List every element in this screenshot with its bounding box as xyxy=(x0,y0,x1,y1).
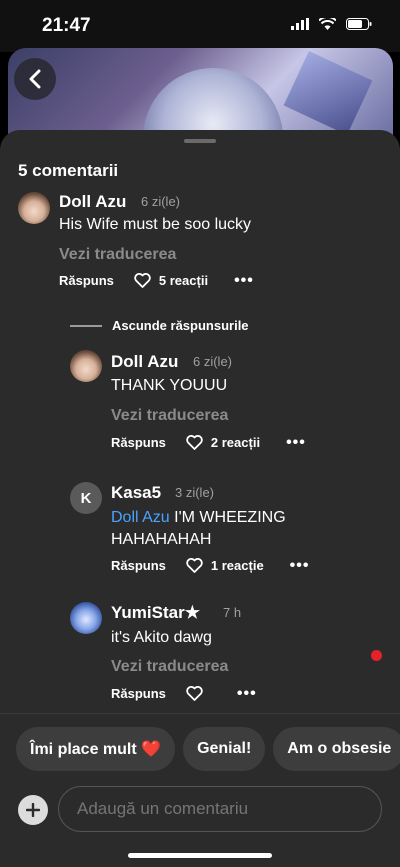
heart-icon[interactable] xyxy=(186,435,203,450)
heart-icon[interactable] xyxy=(186,558,203,573)
see-translation-link[interactable]: Vezi traducerea xyxy=(111,407,228,425)
comment-author[interactable]: YumiStar★ xyxy=(111,603,200,623)
comment-text: Doll Azu I'M WHEEZING HAHAHAHAH xyxy=(111,509,286,548)
avatar-letter: K xyxy=(80,489,92,507)
comment-actions: Răspuns ••• xyxy=(111,685,257,701)
chip-great[interactable]: Genial! xyxy=(183,727,266,771)
chip-obsessed[interactable]: Am o obsesie xyxy=(273,727,400,771)
more-options-icon[interactable]: ••• xyxy=(286,434,306,450)
composer-divider xyxy=(0,713,400,714)
reaction-count[interactable]: 5 reacții xyxy=(159,273,208,288)
heart-icon[interactable] xyxy=(134,273,151,288)
quick-reply-chips: Îmi place mult ❤️ Genial! Am o obsesie xyxy=(16,727,400,771)
heart-icon[interactable] xyxy=(186,686,203,701)
reply-button[interactable]: Răspuns xyxy=(111,435,166,450)
hide-replies-button[interactable]: Ascunde răspunsurile xyxy=(70,318,249,333)
comment-time: 6 zi(le) xyxy=(193,354,233,369)
comment-text: it's Akito dawg xyxy=(111,629,212,646)
home-indicator xyxy=(128,853,272,858)
comment-input[interactable] xyxy=(58,786,382,832)
reaction-count[interactable]: 2 reacții xyxy=(211,435,260,450)
signal-icon xyxy=(291,18,309,30)
notification-dot xyxy=(371,650,382,661)
comment-actions: Răspuns 5 reacții ••• xyxy=(59,272,254,288)
battery-icon xyxy=(346,18,372,30)
status-icons xyxy=(291,18,372,30)
status-bar: 21:47 xyxy=(0,0,400,52)
more-options-icon[interactable]: ••• xyxy=(290,557,310,573)
sheet-grabber[interactable] xyxy=(184,139,216,143)
avatar[interactable] xyxy=(70,602,102,634)
status-time: 21:47 xyxy=(42,15,91,36)
avatar[interactable] xyxy=(70,350,102,382)
comments-count-title: 5 comentarii xyxy=(18,161,119,180)
comment-actions: Răspuns 1 reacție ••• xyxy=(111,557,310,573)
see-translation-link[interactable]: Vezi traducerea xyxy=(111,658,228,676)
comments-sheet: 5 comentarii Doll Azu 6 zi(le) His Wife … xyxy=(0,130,400,867)
comment-time: 3 zi(le) xyxy=(175,485,215,500)
divider-line xyxy=(70,324,102,327)
hide-replies-label: Ascunde răspunsurile xyxy=(112,318,249,333)
comment-author[interactable]: Kasa5 xyxy=(111,483,161,503)
avatar[interactable]: K xyxy=(70,482,102,514)
comment-author[interactable]: Doll Azu xyxy=(111,352,178,372)
comment-text: His Wife must be soo lucky xyxy=(59,216,252,233)
comment-actions: Răspuns 2 reacții ••• xyxy=(111,434,306,450)
reply-button[interactable]: Răspuns xyxy=(59,273,114,288)
see-translation-link[interactable]: Vezi traducerea xyxy=(59,246,176,264)
reply-button[interactable]: Răspuns xyxy=(111,558,166,573)
artwork-detail xyxy=(283,51,373,135)
back-button[interactable] xyxy=(14,58,56,100)
add-button[interactable] xyxy=(18,795,48,825)
comment-text: THANK YOUUU xyxy=(111,377,228,394)
comment-author[interactable]: Doll Azu xyxy=(59,192,126,212)
reaction-count[interactable]: 1 reacție xyxy=(211,558,264,573)
reply-button[interactable]: Răspuns xyxy=(111,686,166,701)
comment-time: 7 h xyxy=(223,605,242,620)
wifi-icon xyxy=(319,18,336,30)
avatar[interactable] xyxy=(18,192,50,224)
comment-time: 6 zi(le) xyxy=(141,194,181,209)
user-mention[interactable]: Doll Azu xyxy=(111,509,170,526)
more-options-icon[interactable]: ••• xyxy=(237,685,257,701)
plus-icon xyxy=(26,803,40,817)
chevron-left-icon xyxy=(29,69,41,89)
chip-love-it[interactable]: Îmi place mult ❤️ xyxy=(16,727,176,771)
more-options-icon[interactable]: ••• xyxy=(234,272,254,288)
